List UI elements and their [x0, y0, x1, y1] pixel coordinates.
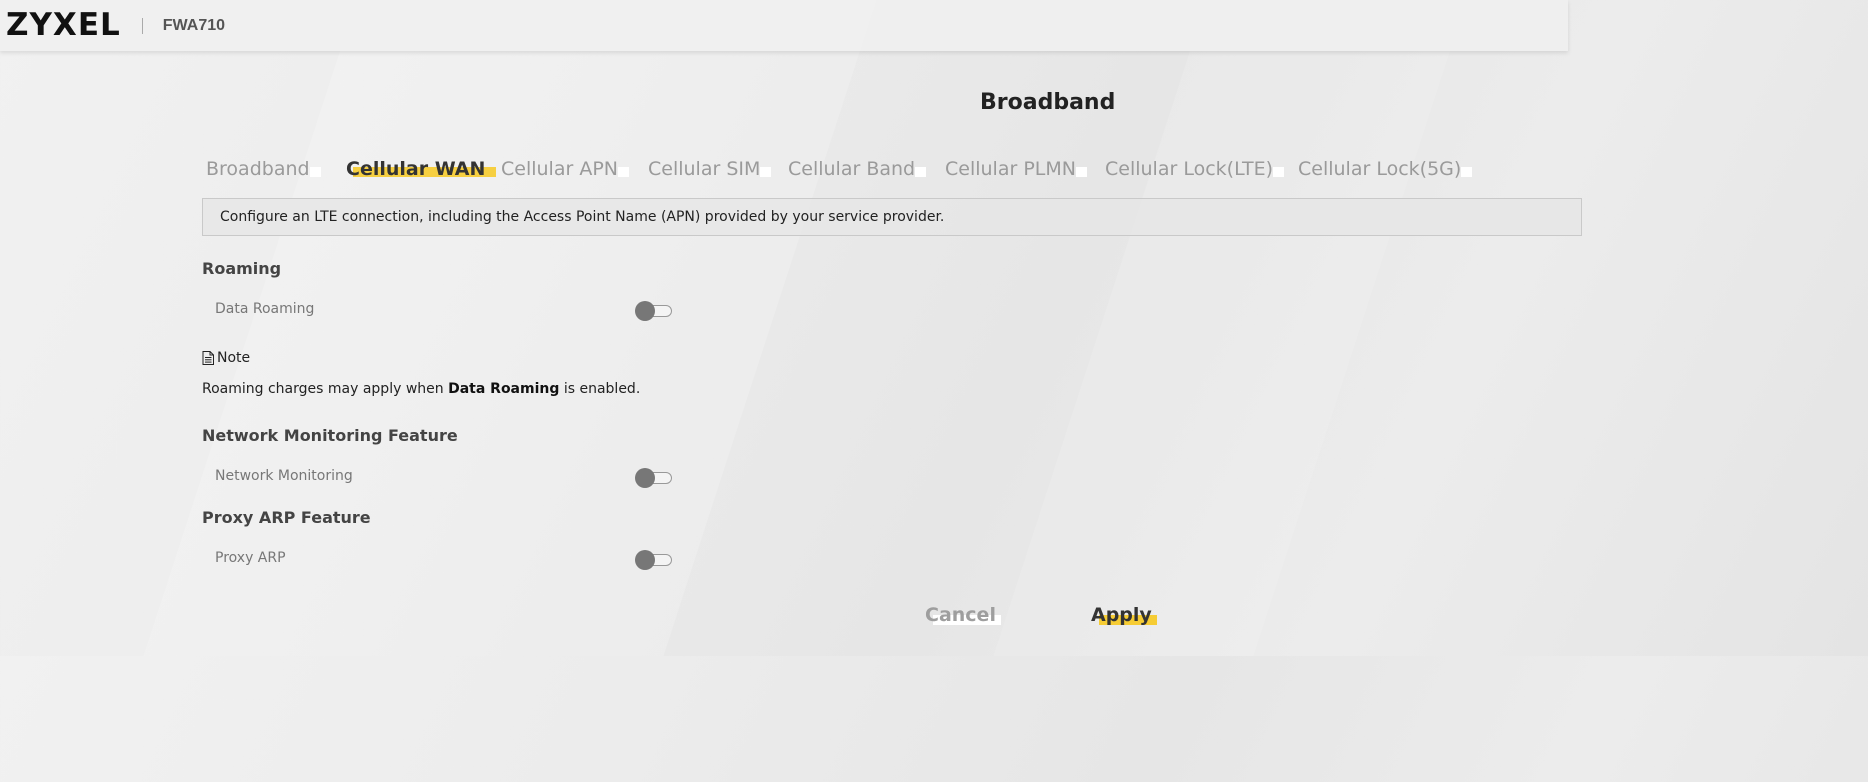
tab-cellular-apn[interactable]: Cellular APN	[501, 158, 629, 180]
proxy-arp-label: Proxy ARP	[215, 550, 286, 566]
note-text: Roaming charges may apply when Data Roam…	[202, 381, 641, 397]
note-heading: Note	[202, 350, 250, 366]
note-heading-text: Note	[217, 350, 251, 366]
description-box: Configure an LTE connection, including t…	[202, 198, 1582, 236]
tab-broadband[interactable]: Broadband	[206, 158, 321, 180]
tab-cellular-band[interactable]: Cellular Band	[788, 158, 927, 180]
header-divider	[141, 17, 143, 34]
data-roaming-toggle[interactable]	[635, 301, 673, 321]
document-icon	[202, 351, 214, 365]
model-name: FWA710	[162, 16, 226, 34]
network-monitoring-section-title: Network Monitoring Feature	[202, 426, 458, 445]
zyxel-logo: ZYXEL	[6, 7, 121, 43]
toggle-knob	[635, 301, 655, 321]
toggle-knob	[635, 550, 655, 570]
toggle-knob	[635, 468, 655, 488]
tab-cellular-lock-5g[interactable]: Cellular Lock(5G)	[1298, 158, 1473, 180]
apply-button[interactable]: Apply	[1091, 604, 1157, 626]
network-monitoring-toggle[interactable]	[635, 468, 673, 488]
description-text: Configure an LTE connection, including t…	[220, 209, 945, 225]
proxy-arp-toggle[interactable]	[635, 550, 673, 570]
page-title: Broadband	[980, 90, 1116, 115]
top-bar: ZYXEL FWA710	[0, 0, 1568, 51]
tab-cellular-lock-lte[interactable]: Cellular Lock(LTE)	[1105, 158, 1285, 180]
tab-cellular-wan[interactable]: Cellular WAN	[346, 158, 497, 180]
network-monitoring-label: Network Monitoring	[215, 468, 353, 484]
roaming-section-title: Roaming	[202, 259, 282, 278]
tab-cellular-plmn[interactable]: Cellular PLMN	[945, 158, 1087, 180]
note-bold-term: Data Roaming	[448, 381, 560, 397]
data-roaming-label: Data Roaming	[215, 301, 315, 317]
tab-cellular-sim[interactable]: Cellular SIM	[648, 158, 772, 180]
cancel-button[interactable]: Cancel	[925, 604, 1001, 626]
proxy-arp-section-title: Proxy ARP Feature	[202, 508, 371, 527]
